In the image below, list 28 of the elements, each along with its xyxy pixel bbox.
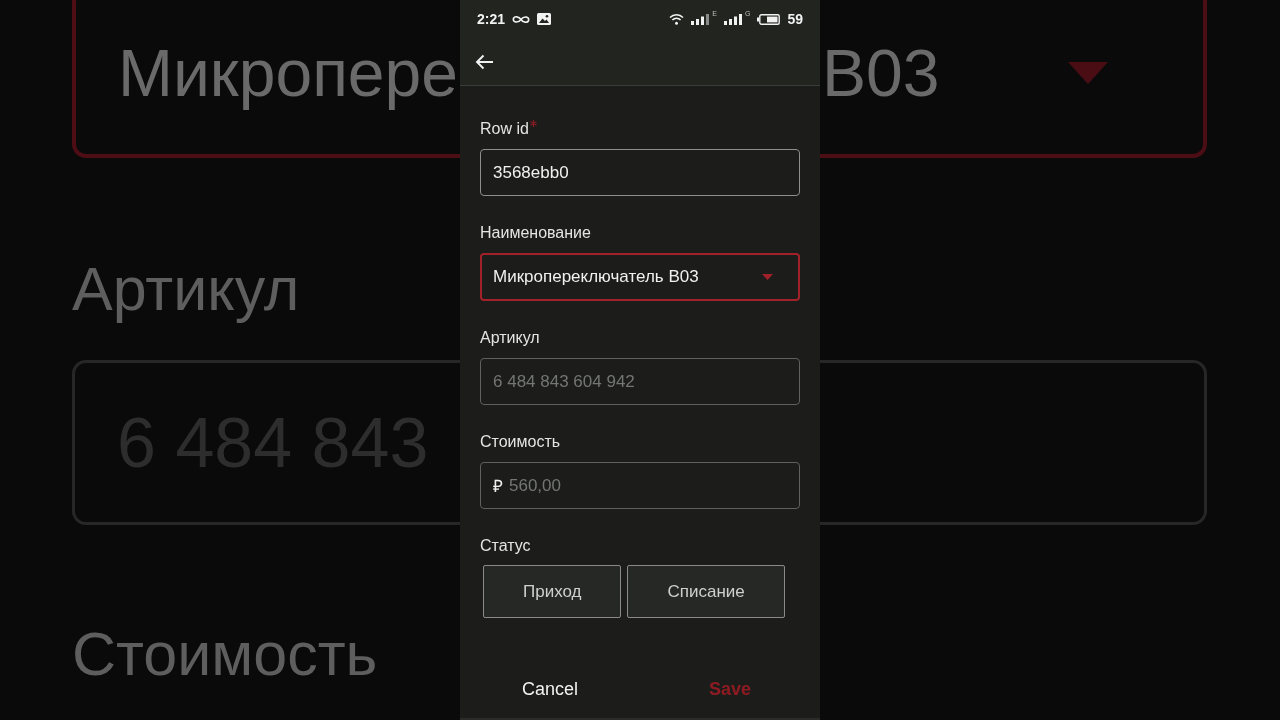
infinity-icon (512, 14, 531, 24)
status-option-button[interactable]: Приход (483, 565, 622, 618)
cancel-button[interactable]: Cancel (514, 674, 586, 704)
field-label: Артикул (480, 328, 540, 348)
backdrop-select-value: B03 (822, 35, 940, 112)
field-label: Стоимость (480, 432, 561, 452)
status-option-button[interactable]: Списание (627, 565, 785, 618)
battery-icon (757, 13, 781, 25)
text-input[interactable]: 6 484 843 604 942 (480, 358, 800, 405)
text-input[interactable]: 3568ebb0 (480, 149, 800, 196)
field-label: Статус (480, 536, 532, 556)
backdrop-select-value: Микропере (118, 35, 458, 112)
price-input[interactable]: ₽ 560,00 (480, 462, 800, 509)
backdrop-field-label: Стоимость (72, 619, 378, 689)
backdrop-field-label: Артикул (72, 254, 300, 324)
clock-time: 2:21 (477, 11, 506, 27)
back-arrow-icon (475, 53, 494, 70)
battery-percent: 59 (787, 11, 803, 27)
back-button[interactable] (475, 53, 494, 70)
backdrop-caret-icon (1068, 62, 1108, 84)
wifi-icon (669, 13, 685, 25)
signal-icon (691, 13, 710, 25)
field-label: Row id (480, 119, 529, 139)
field-label: Наименование (480, 223, 591, 243)
image-icon (537, 13, 552, 25)
signal-icon (723, 13, 742, 25)
caret-icon (762, 274, 773, 280)
name-select[interactable]: Микропереключатель B03 (480, 253, 800, 301)
